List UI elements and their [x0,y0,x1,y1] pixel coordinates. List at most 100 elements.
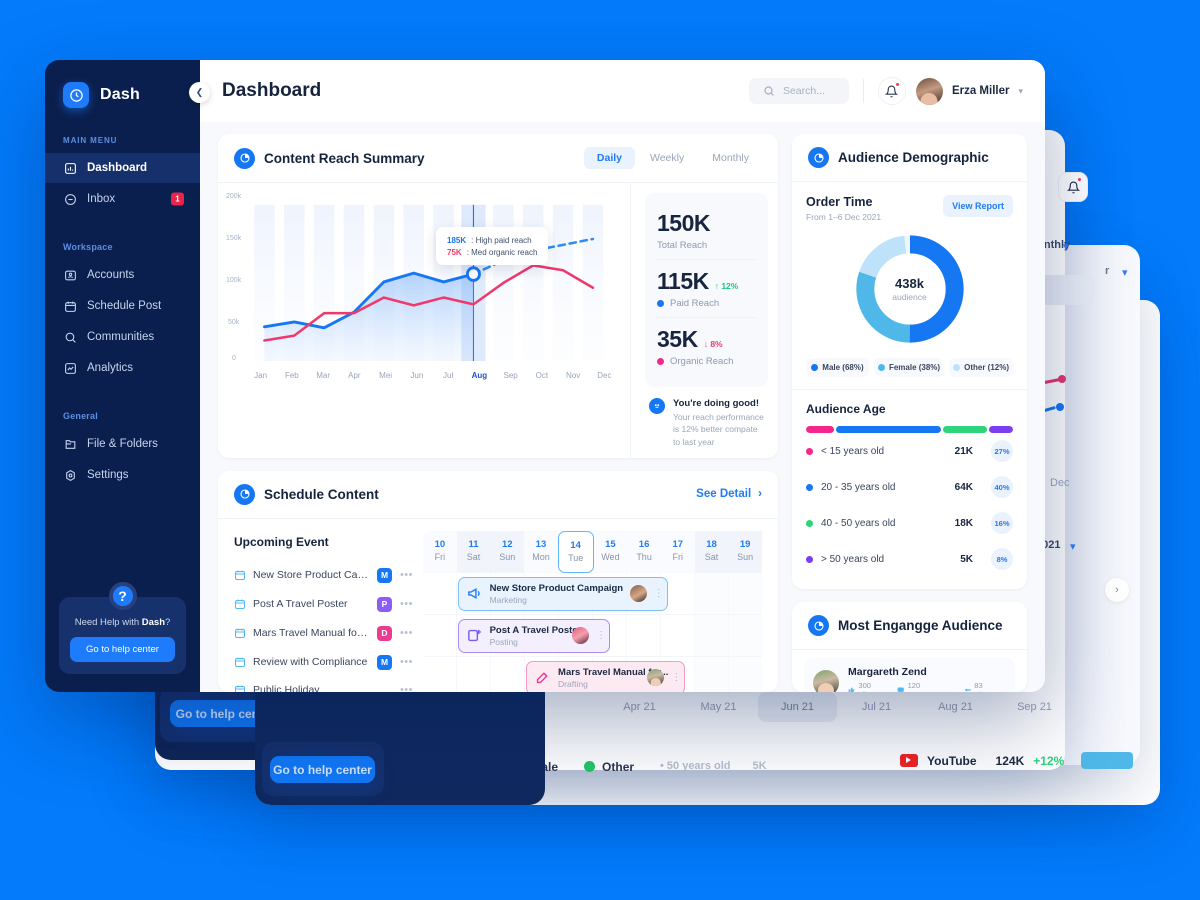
more-options-icon[interactable]: ⋮ [596,631,606,640]
x-tick: Jul [443,371,454,380]
x-tick: Mar [316,371,331,380]
sidebar-item-file-folders[interactable]: File & Folders [45,429,200,459]
more-options-icon[interactable]: ••• [399,598,413,610]
tooltip-row-organic: 75K : Med organic reach [447,246,537,258]
stat-label: Organic Reach [657,356,756,367]
smiley-icon [649,398,665,414]
sidebar-item-inbox[interactable]: Inbox 1 [45,184,200,214]
more-options-icon[interactable]: ⋮ [654,589,664,598]
audience-stats: 300 Likes 120 Comments 83 Shares [848,681,1006,692]
calendar-grid: New Store Product Campaign Marketing ⋮ P… [423,572,762,692]
more-options-icon[interactable]: ••• [399,569,413,581]
legend-male[interactable]: Male (68%) [806,358,869,377]
calendar-icon [235,570,245,581]
sidebar-item-dashboard[interactable]: Dashboard [45,153,200,183]
analytics-icon [63,361,77,375]
schedule-chart-icon [234,483,255,505]
age-label: < 15 years old [821,445,885,457]
sidebar-item-settings[interactable]: Settings [45,460,200,490]
megaphone-icon [467,588,480,600]
calendar-day-13[interactable]: 13 Mon [524,531,558,573]
legend-female[interactable]: Female (38%) [873,358,945,377]
x-tick: Mei [379,371,393,380]
calendar-icon [235,599,245,610]
x-tick: Oct [535,371,549,380]
x-tick: Jun [410,371,424,380]
calendar-day-11[interactable]: 11 Sat [456,530,491,573]
y-axis-label-0: 0 [232,355,236,362]
right-column: Audience Demographic Order Time From 1–6… [792,134,1027,692]
calendar-day-10[interactable]: 10 Fri [423,531,457,573]
list-item[interactable]: Review with Compliance M ••• [234,648,413,677]
card-text: Post A Travel Poster Posting [490,625,582,647]
view-report-button[interactable]: View Report [943,195,1013,217]
tab-daily[interactable]: Daily [583,147,635,169]
background-youtube-row: YouTube 124K +12% [900,752,1134,769]
more-options-icon[interactable]: ••• [399,656,413,668]
calendar-day-14-today[interactable]: 14 Tue [557,530,594,573]
age-row: > 50 years old 5K 8% [806,541,1013,577]
schedule-card-new-store[interactable]: New Store Product Campaign Marketing ⋮ [457,576,668,611]
calendar-icon [63,299,77,313]
list-item[interactable]: Post A Travel Poster P ••• [234,590,413,619]
folder-icon [63,437,77,451]
calendar-day-15[interactable]: 15 Wed [594,531,628,573]
age-percent: 8% [991,548,1013,570]
age-value: 18K [954,517,973,529]
tab-weekly[interactable]: Weekly [637,147,697,169]
sidebar-item-accounts[interactable]: Accounts [45,260,200,290]
calendar-day-19[interactable]: 19 Sun [728,530,763,573]
search-icon [764,86,774,96]
avatar[interactable] [915,77,943,105]
list-item[interactable]: Mars Travel Manual for Mark... D ••• [234,619,413,648]
x-tick: Sep [503,371,518,380]
list-item[interactable]: Public Holiday ••• [234,677,413,692]
notifications-button[interactable] [877,77,906,105]
go-to-help-center-button[interactable]: Go to help center [70,637,175,662]
tooltip-value: 185K [447,235,467,245]
search-input[interactable]: Search... [748,78,849,104]
audience-age-title: Audience Age [806,402,886,416]
more-options-icon[interactable]: ••• [399,684,413,692]
sidebar-item-schedule-post[interactable]: Schedule Post [45,291,200,321]
background-timeline-item: Jul 21 [861,701,892,713]
sidebar-item-analytics[interactable]: Analytics [45,353,200,383]
topbar-right: Search... Erza Miller ▾ [748,77,1023,105]
reach-stat-box: 150K Total Reach 115K ↑ 12% Paid Reach 3… [645,193,768,387]
event-badge: P [377,596,392,612]
event-name: Review with Compliance [253,656,368,669]
calendar-day-12[interactable]: 12 Sun [490,530,525,573]
schedule-card-travel-poster[interactable]: Post A Travel Poster Posting ⋮ [457,618,611,653]
sidebar-item-communities[interactable]: Communities [45,322,200,352]
background-timeline-item-active: Jun 21 [758,692,837,722]
more-options-icon[interactable]: ⋮ [671,673,681,682]
reach-period-segments: Daily Weekly Monthly [583,147,762,169]
calendar-day-17[interactable]: 17 Fri [661,531,695,573]
tab-monthly[interactable]: Monthly [699,147,762,169]
y-axis-label-150k: 150k [226,235,242,242]
x-tick: Dec [597,371,612,380]
more-options-icon[interactable]: ••• [399,627,413,639]
donut-label: audience [892,292,927,302]
list-item[interactable]: New Store Product Campaign M ••• [234,561,413,590]
calendar-day-18[interactable]: 18 Sat [694,530,729,573]
avatar [647,669,665,687]
sidebar-collapse-button[interactable]: ❮ [189,82,210,103]
see-detail-link[interactable]: See Detail › [696,488,762,500]
card-title: Content Reach Summary [264,150,425,166]
calendar-day-16[interactable]: 16 Thu [627,531,661,573]
chevron-down-icon[interactable]: ▾ [1018,86,1023,97]
x-tick: Jan [254,371,268,380]
event-badge: D [377,625,392,641]
schedule-card-mars-manual[interactable]: Mars Travel Manual for... Drafting ⋮ [526,660,686,692]
brand[interactable]: Dash [45,82,200,108]
calendar-icon [235,685,245,692]
upcoming-event-list: Upcoming Event New Store Product Campaig… [218,531,423,692]
list-item[interactable]: Margareth Zend 300 Likes 120 Comments 83… [804,658,1015,692]
inbox-icon [63,192,77,206]
age-value: 21K [954,445,973,457]
background-next-arrow-icon: › [1105,578,1129,602]
most-engaged-audience-card: Most Engangge Audience Margareth Zend 30… [792,602,1027,692]
legend-other[interactable]: Other (12%) [949,358,1013,377]
main-content: Dashboard Search... Erza Miller ▾ Conten… [200,60,1045,692]
